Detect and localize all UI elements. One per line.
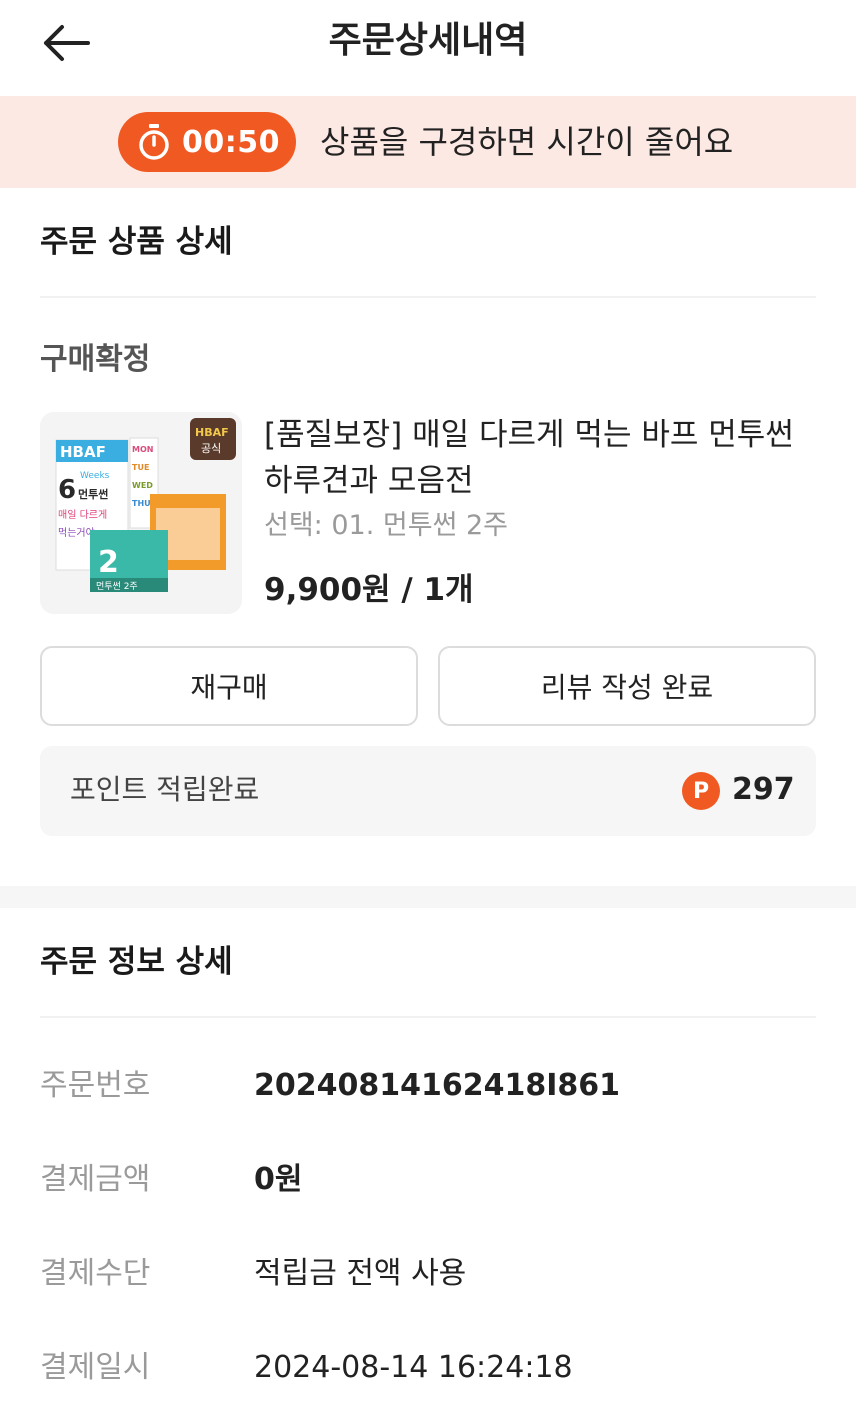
header-bar: 주문상세내역 [0, 0, 856, 96]
points-label: 포인트 적립완료 [70, 773, 260, 806]
thumb-box-number: 2 [98, 545, 119, 580]
timer-pill: 00:50 [118, 112, 296, 172]
thumb-badge-label: 공식 [201, 442, 221, 455]
thumb-day: THU [132, 499, 151, 508]
thumb-day: MON [132, 445, 153, 454]
timer-message: 상품을 구경하면 시간이 줄어요 [320, 123, 734, 161]
order-number-value[interactable]: 20240814162418I861 [254, 1064, 620, 1108]
timer-value: 00:50 [182, 124, 280, 160]
thumb-box-label: 먼투썬 2주 [96, 581, 138, 592]
thumb-day: TUE [132, 463, 149, 472]
payment-date-label: 결제일시 [40, 1350, 151, 1385]
points-box: 포인트 적립완료 P 297 [40, 746, 816, 836]
thumb-weeks: Weeks [80, 471, 110, 481]
point-coin-icon: P [682, 772, 720, 810]
thumb-weeks-number: 6 [58, 475, 76, 505]
payment-date-value: 2024-08-14 16:24:18 [254, 1350, 573, 1385]
product-image: HBAF 6 Weeks 먼투썬 매일 다르게 먹는거야 MON TUE WED… [40, 412, 242, 614]
payment-amount-value: 0원 [254, 1162, 303, 1197]
thumb-day: WED [132, 481, 153, 490]
points-value: 297 [732, 772, 795, 807]
payment-method-label: 결제수단 [40, 1256, 151, 1291]
order-status: 구매확정 [40, 342, 151, 377]
divider [40, 296, 816, 298]
timer-banner[interactable]: 00:50 상품을 구경하면 시간이 줄어요 [0, 96, 856, 188]
payment-amount-label: 결제금액 [40, 1162, 151, 1197]
thumb-line3: 먹는거야 [58, 527, 95, 539]
product-price: 9,900원 / 1개 [264, 572, 474, 608]
product-option: 선택: 01. 먼투썬 2주 [264, 510, 509, 541]
page-title: 주문상세내역 [328, 20, 528, 61]
order-number-label: 주문번호 [40, 1068, 151, 1103]
product-section-title: 주문 상품 상세 [40, 224, 233, 260]
thumb-line1: 먼투썬 [78, 487, 108, 501]
thumb-brand: HBAF [60, 443, 106, 461]
section-gap [0, 886, 856, 908]
product-name[interactable]: [품질보장] 매일 다르게 먹는 바프 먼투썬 하루견과 모음전 [264, 412, 814, 504]
product-thumbnail[interactable]: HBAF 6 Weeks 먼투썬 매일 다르게 먹는거야 MON TUE WED… [40, 412, 242, 614]
thumb-line2: 매일 다르게 [58, 509, 107, 521]
payment-method-value: 적립금 전액 사용 [254, 1256, 467, 1291]
rebuy-button[interactable]: 재구매 [40, 646, 418, 726]
review-complete-button[interactable]: 리뷰 작성 완료 [438, 646, 816, 726]
divider [40, 1016, 816, 1018]
thumb-badge-brand: HBAF [195, 426, 229, 439]
order-info-title: 주문 정보 상세 [40, 944, 233, 980]
stopwatch-icon [139, 124, 169, 160]
